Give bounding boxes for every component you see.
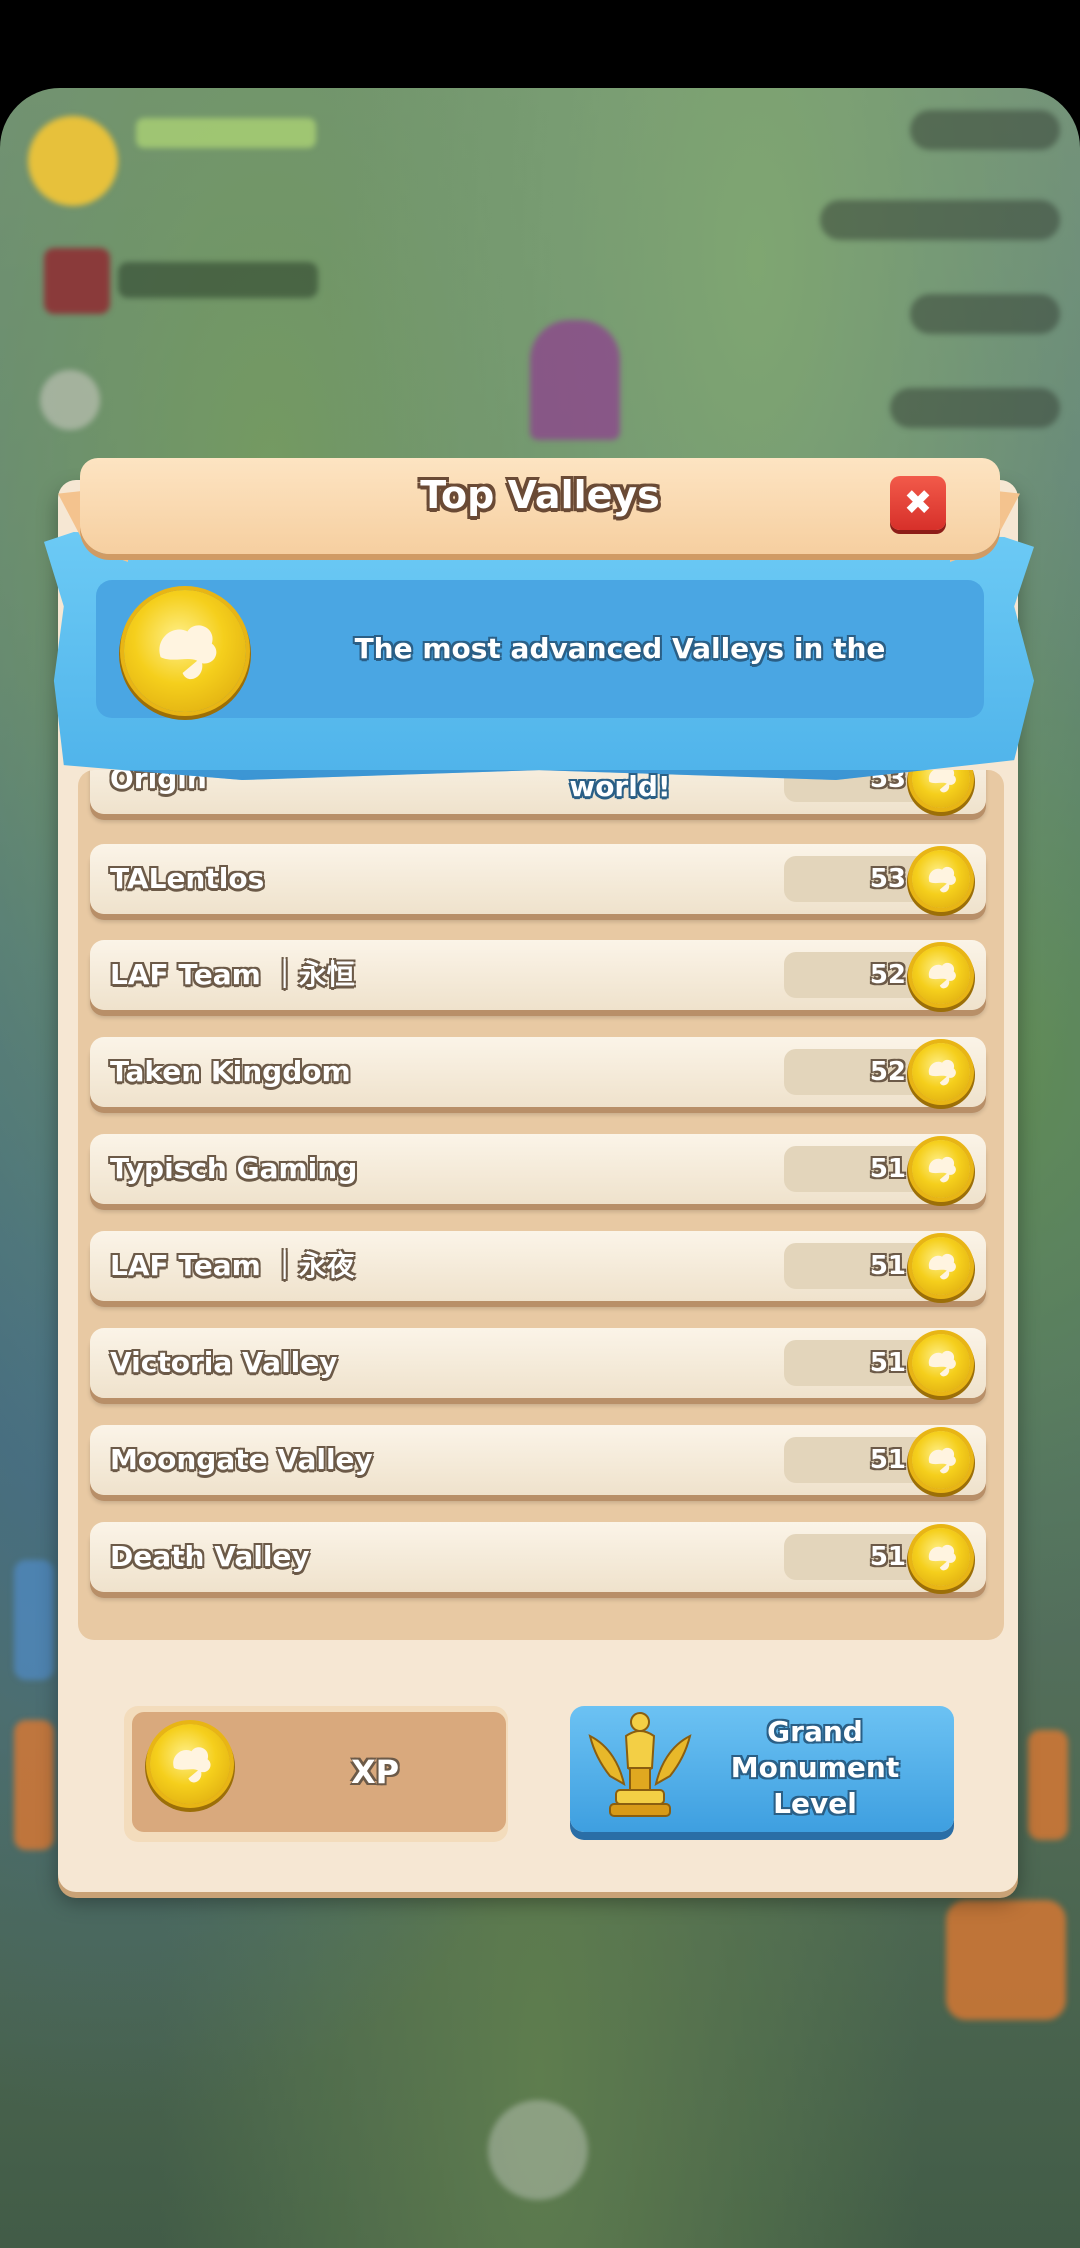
- xp-coin-icon: [912, 1528, 970, 1586]
- hud-resource-4: [890, 388, 1060, 428]
- list-item[interactable]: Victoria Valley 51: [90, 1328, 986, 1398]
- valley-name: Moongate Valley: [110, 1443, 373, 1476]
- valley-xp: 51: [869, 1251, 906, 1281]
- hud-settings-icon: [40, 370, 100, 430]
- xp-coin-icon: [912, 770, 970, 808]
- close-icon: ✖: [903, 483, 933, 523]
- xp-coin-icon: [912, 1043, 970, 1101]
- valley-name: Victoria Valley: [110, 1346, 338, 1379]
- valley-name: TALentlos: [110, 862, 265, 895]
- hud-left-button: [14, 1560, 54, 1680]
- hud-resource-2: [820, 200, 1060, 240]
- valley-name: LAF Team ｜永恒: [110, 958, 355, 991]
- hud-resource-1: [910, 110, 1060, 150]
- list-item[interactable]: LAF Team ｜永夜 51: [90, 1231, 986, 1301]
- xp-coin-icon: [124, 590, 246, 712]
- list-item[interactable]: Taken Kingdom 52: [90, 1037, 986, 1107]
- xp-coin-icon: [912, 850, 970, 908]
- purple-tower: [530, 320, 620, 440]
- valley-name: LAF Team ｜永夜: [110, 1249, 355, 1282]
- valley-name: Origin: [110, 770, 207, 795]
- valley-xp: 52: [869, 960, 906, 990]
- list-item[interactable]: Typisch Gaming 51: [90, 1134, 986, 1204]
- hud-resource-3: [910, 294, 1060, 334]
- grand-monument-level-label: Grand Monument Level: [730, 1715, 900, 1820]
- list-item[interactable]: LAF Team ｜永恒 52: [90, 940, 986, 1010]
- valley-name: Typisch Gaming: [110, 1152, 358, 1185]
- xp-coin-icon: [912, 1140, 970, 1198]
- hud-orange-button: [946, 1900, 1066, 2020]
- valley-xp: 51: [869, 1445, 906, 1475]
- dialog-title: Top Valleys: [420, 473, 660, 517]
- xp-coin-icon: [912, 1334, 970, 1392]
- list-item[interactable]: TALentlos 53: [90, 844, 986, 914]
- hud-level-coin: [28, 116, 118, 206]
- valley-name: Death Valley: [110, 1540, 310, 1573]
- hud-player-name: [118, 262, 318, 298]
- hud-left-button-2: [14, 1720, 54, 1850]
- xp-label: XP: [350, 1753, 400, 1791]
- valley-xp: 51: [869, 1348, 906, 1378]
- header-subtitle: The most advanced Valleys in the world!: [354, 632, 886, 803]
- valley-xp: 51: [869, 1154, 906, 1184]
- valley-xp: 52: [869, 1057, 906, 1087]
- valley-name: Taken Kingdom: [110, 1055, 351, 1088]
- leaderboard-list[interactable]: Origin 53 TALentlos 53 LAF Team ｜永恒 52 T…: [78, 770, 1004, 1640]
- hud-avatar: [44, 248, 110, 314]
- valley-xp: 53: [869, 864, 906, 894]
- hud-valley-name: [136, 118, 316, 148]
- hud-right-button: [1028, 1730, 1068, 1840]
- xp-coin-icon: [150, 1724, 230, 1804]
- xp-coin-icon: [912, 946, 970, 1004]
- list-item[interactable]: Moongate Valley 51: [90, 1425, 986, 1495]
- grand-monument-trophy-icon: [580, 1706, 700, 1822]
- xp-coin-icon: [912, 1431, 970, 1489]
- close-button[interactable]: ✖: [890, 476, 946, 530]
- list-item[interactable]: Death Valley 51: [90, 1522, 986, 1592]
- hud-center-button: [488, 2100, 588, 2200]
- valley-xp: 51: [869, 1542, 906, 1572]
- xp-coin-icon: [912, 1237, 970, 1295]
